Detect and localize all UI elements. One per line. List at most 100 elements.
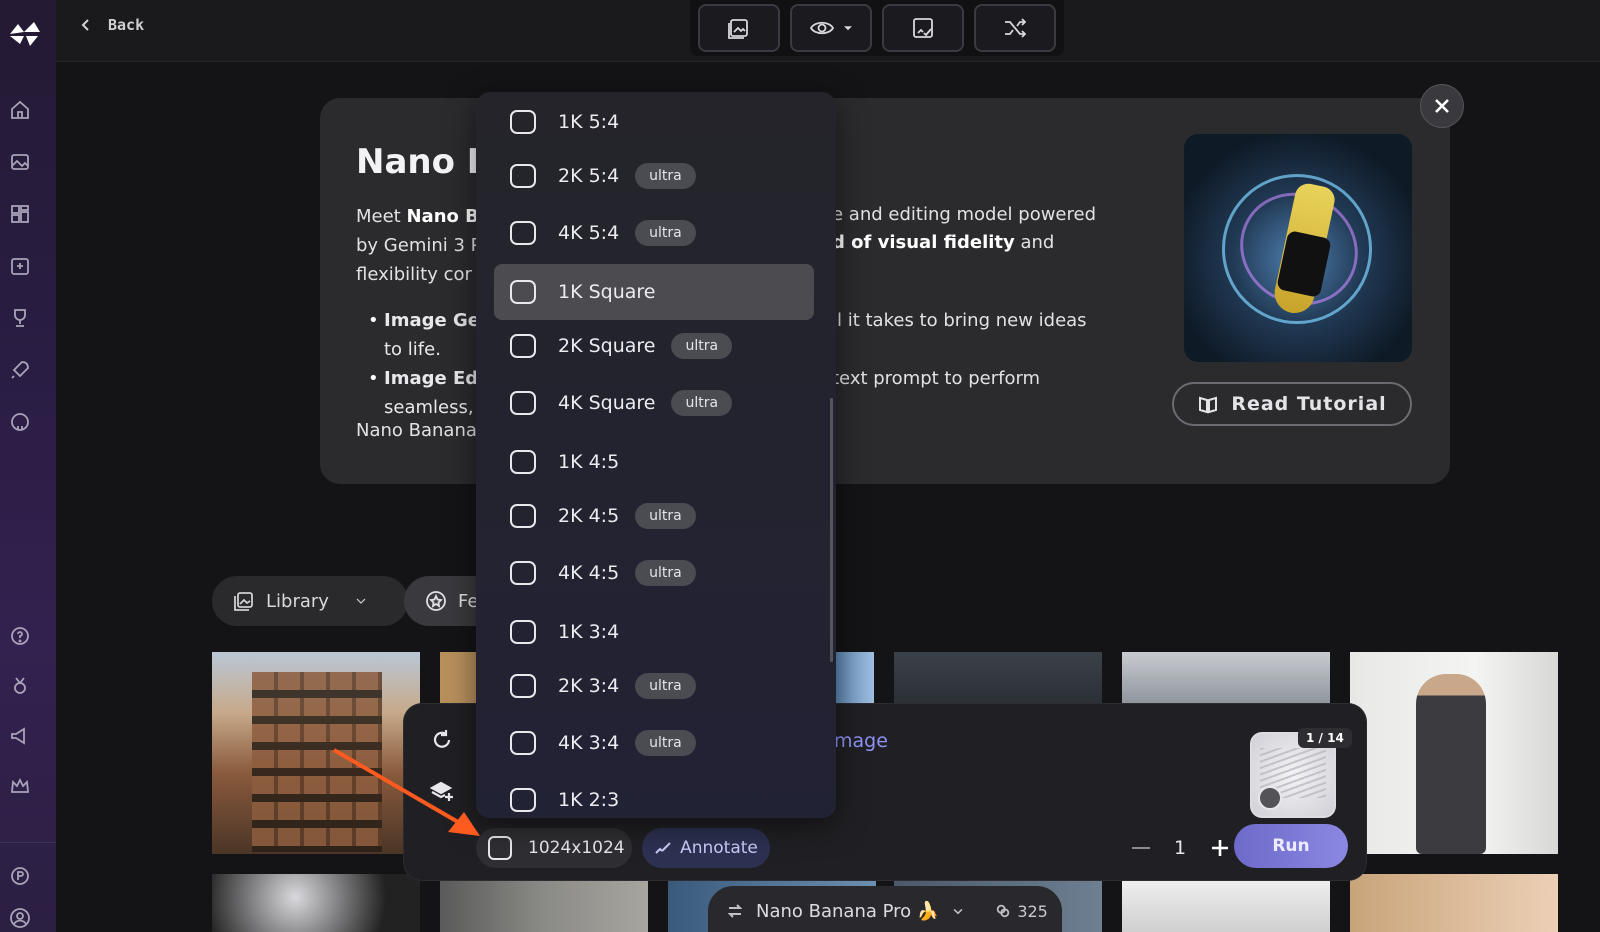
trophy-icon[interactable]	[8, 306, 32, 330]
read-tutorial-button[interactable]: Read Tutorial	[1172, 382, 1412, 426]
checkbox-icon[interactable]	[510, 280, 536, 304]
resolution-option-label: 1K 5:4	[558, 111, 620, 133]
help-icon[interactable]	[8, 624, 32, 648]
checkbox-icon[interactable]	[510, 620, 536, 644]
home-icon[interactable]	[8, 98, 32, 122]
gallery-thumb[interactable]	[1122, 652, 1330, 704]
feature-bullets: Image Ger to life. Image Edit seamless,	[368, 306, 493, 422]
annotate-button[interactable]: Annotate	[642, 828, 770, 868]
gallery-thumb[interactable]	[1350, 874, 1558, 932]
resolution-option[interactable]: 2K Square ultra	[494, 318, 814, 374]
add-image-link[interactable]: mage	[834, 730, 888, 752]
checkbox-icon[interactable]	[510, 731, 536, 755]
resolution-option[interactable]: 4K 5:4 ultra	[494, 205, 814, 261]
shuffle-button[interactable]	[974, 4, 1056, 52]
checkbox-icon[interactable]	[510, 450, 536, 474]
resolution-option-label: 2K 3:4	[558, 675, 620, 697]
intro-line-2: by Gemini 3 P	[356, 235, 482, 256]
checkbox-icon[interactable]	[510, 504, 536, 528]
gallery-thumb[interactable]	[1350, 652, 1558, 854]
resolution-option[interactable]: 1K 2:3	[494, 772, 814, 818]
model-selector[interactable]: Nano Banana Pro 🍌 325	[708, 886, 1062, 932]
ultra-badge: ultra	[635, 560, 696, 586]
image-check-icon	[913, 18, 933, 38]
size-label: 1024x1024	[528, 838, 625, 858]
resolution-option-label: 4K Square	[558, 392, 656, 414]
coins-icon	[997, 904, 1010, 918]
dropdown-scrollbar[interactable]	[830, 398, 833, 662]
medal-icon[interactable]	[8, 674, 32, 698]
credits-display: 325	[995, 902, 1048, 921]
resolution-option[interactable]: 1K 3:4	[494, 604, 814, 660]
gallery-thumb[interactable]	[440, 652, 476, 704]
bullet-1-cont: to life.	[384, 339, 441, 360]
resolution-option[interactable]: 4K 3:4 ultra	[494, 715, 814, 771]
resolution-option[interactable]: 4K 4:5 ultra	[494, 545, 814, 601]
resolution-option-label: 1K 4:5	[558, 451, 620, 473]
resolution-dropdown: 1K 5:4 2K 5:4 ultra 4K 5:4 ultra 1K Square 2K …	[476, 92, 836, 818]
bullet-2-cont: seamless,	[384, 397, 474, 418]
image-tool-button[interactable]	[698, 4, 780, 52]
gallery-thumb[interactable]	[440, 874, 648, 932]
bullet-image-gen: Image Ger	[384, 310, 489, 331]
checkbox-icon[interactable]	[510, 334, 536, 358]
library-dropdown[interactable]: Library	[212, 576, 408, 626]
edit-image-icon[interactable]	[8, 254, 32, 278]
bullet-1-right: ll it takes to bring new ideas	[832, 310, 1087, 331]
view-toggle-button[interactable]	[790, 4, 872, 52]
megaphone-icon[interactable]	[8, 724, 32, 748]
github-icon[interactable]	[8, 410, 32, 434]
rocket-icon[interactable]	[8, 358, 32, 382]
top-bar: Back	[56, 0, 1600, 62]
gallery-thumb[interactable]	[1122, 874, 1330, 932]
resolution-option[interactable]: 1K 5:4	[494, 94, 814, 150]
size-select[interactable]: 1024x1024	[476, 828, 632, 868]
checkbox-icon[interactable]	[510, 561, 536, 585]
ultra-badge: ultra	[671, 390, 733, 416]
back-button[interactable]: Back	[78, 16, 144, 34]
checkbox-icon[interactable]	[510, 110, 536, 134]
checkbox-icon[interactable]	[510, 164, 536, 188]
gallery-thumb[interactable]	[894, 652, 1102, 704]
model-hero-image	[1184, 134, 1412, 362]
checkbox-icon[interactable]	[510, 221, 536, 245]
resolution-option[interactable]: 4K Square ultra	[494, 375, 814, 431]
resolution-option[interactable]: 1K Square	[494, 264, 814, 320]
app-logo-icon[interactable]	[4, 14, 44, 54]
dashboard-icon[interactable]	[8, 202, 32, 226]
intro-line-3: flexibility cor	[356, 264, 472, 285]
increment-button[interactable]	[1210, 838, 1230, 858]
resolution-option[interactable]: 2K 3:4 ultra	[494, 658, 814, 714]
decrement-button[interactable]	[1132, 847, 1150, 849]
profile-p-icon[interactable]	[8, 864, 32, 888]
pen-check-icon	[655, 842, 671, 854]
resolution-option-label: 4K 5:4	[558, 222, 620, 244]
approve-image-button[interactable]	[882, 4, 964, 52]
ultra-badge: ultra	[635, 163, 696, 189]
image-stack-icon	[234, 592, 253, 611]
gallery-icon[interactable]	[8, 150, 32, 174]
gallery-thumb[interactable]	[212, 874, 420, 932]
crown-icon[interactable]	[8, 774, 32, 798]
checkbox-icon[interactable]	[510, 674, 536, 698]
arrow-annotation-icon	[332, 748, 480, 836]
user-icon[interactable]	[8, 906, 32, 930]
ultra-badge: ultra	[671, 333, 733, 359]
caret-down-icon	[844, 26, 852, 31]
resolution-option-label: 1K 2:3	[558, 789, 620, 811]
checkbox-icon[interactable]	[510, 788, 536, 812]
read-tutorial-label: Read Tutorial	[1231, 393, 1387, 415]
square-icon	[488, 836, 512, 860]
featured-filter-button[interactable]: Fe	[404, 576, 484, 626]
checkbox-icon[interactable]	[510, 391, 536, 415]
resolution-option[interactable]: 1K 4:5	[494, 434, 814, 490]
rail-divider	[0, 842, 56, 843]
intro-text: Meet	[356, 206, 401, 227]
gallery-thumb[interactable]	[834, 652, 874, 704]
resolution-option[interactable]: 2K 4:5 ultra	[494, 488, 814, 544]
close-card-button[interactable]	[1420, 84, 1464, 128]
chevron-down-icon	[356, 598, 366, 604]
resolution-option[interactable]: 2K 5:4 ultra	[494, 148, 814, 204]
run-button[interactable]: Run	[1234, 824, 1348, 868]
annotate-label: Annotate	[680, 838, 758, 858]
